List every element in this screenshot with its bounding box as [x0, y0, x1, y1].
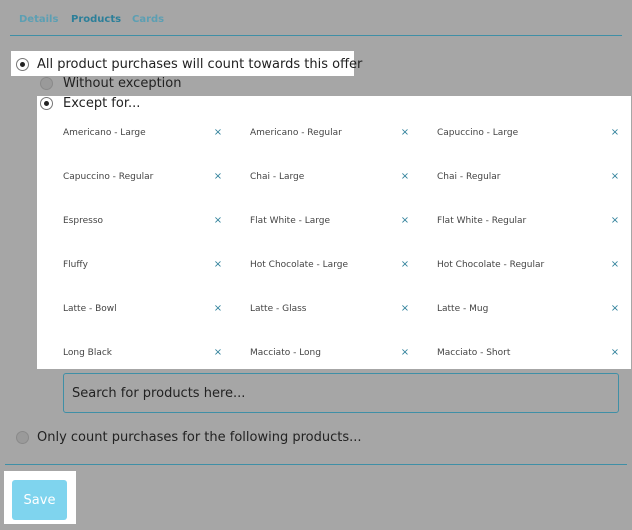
excluded-product-item: Latte - Glass × — [224, 287, 411, 331]
excluded-product-label: Latte - Glass — [250, 304, 307, 314]
excluded-product-item: Hot Chocolate - Regular × — [411, 243, 631, 287]
excluded-product-item: Flat White - Large × — [224, 199, 411, 243]
tab-products[interactable]: Products — [71, 14, 121, 25]
excluded-product-item: Chai - Large × — [224, 155, 411, 199]
remove-product-icon[interactable]: × — [399, 171, 411, 182]
excluded-product-label: Hot Chocolate - Regular — [437, 260, 545, 270]
excluded-product-label: Espresso — [63, 216, 104, 226]
excluded-product-label: Capuccino - Large — [437, 128, 519, 138]
excluded-product-label: Hot Chocolate - Large — [250, 260, 348, 270]
save-highlight: Save — [4, 471, 76, 524]
excluded-product-item: Fluffy × — [37, 243, 224, 287]
remove-product-icon[interactable]: × — [399, 259, 411, 270]
remove-product-icon[interactable]: × — [212, 303, 224, 314]
radio-only-following[interactable] — [16, 431, 29, 444]
excluded-product-item: Latte - Mug × — [411, 287, 631, 331]
divider — [5, 464, 627, 465]
remove-product-icon[interactable]: × — [212, 215, 224, 226]
excluded-product-label: Chai - Large — [250, 172, 305, 182]
excluded-product-item: Long Black × — [37, 331, 224, 375]
remove-product-icon[interactable]: × — [609, 171, 621, 182]
remove-product-icon[interactable]: × — [399, 127, 411, 138]
excluded-product-item: Chai - Regular × — [411, 155, 631, 199]
excluded-product-label: Macciato - Long — [250, 348, 321, 358]
remove-product-icon[interactable]: × — [399, 347, 411, 358]
excluded-product-item: Capuccino - Regular × — [37, 155, 224, 199]
radio-all-products[interactable] — [16, 58, 29, 71]
save-button[interactable]: Save — [12, 480, 67, 520]
excluded-product-label: Americano - Regular — [250, 128, 342, 138]
remove-product-icon[interactable]: × — [609, 303, 621, 314]
excluded-product-label: Flat White - Regular — [437, 216, 527, 226]
label-all-products: All product purchases will count towards… — [37, 57, 363, 72]
excluded-product-label: Long Black — [63, 348, 112, 358]
excluded-product-label: Macciato - Short — [437, 348, 511, 358]
excluded-product-label: Flat White - Large — [250, 216, 331, 226]
remove-product-icon[interactable]: × — [212, 347, 224, 358]
excluded-product-label: Latte - Mug — [437, 304, 489, 314]
excluded-product-item: Hot Chocolate - Large × — [224, 243, 411, 287]
tab-details[interactable]: Details — [19, 14, 58, 25]
label-except-for: Except for... — [63, 96, 141, 111]
remove-product-icon[interactable]: × — [609, 127, 621, 138]
remove-product-icon[interactable]: × — [212, 259, 224, 270]
excluded-product-label: Capuccino - Regular — [63, 172, 154, 182]
excluded-product-item: Latte - Bowl × — [37, 287, 224, 331]
label-only-following: Only count purchases for the following p… — [37, 430, 362, 445]
remove-product-icon[interactable]: × — [399, 215, 411, 226]
excluded-product-item: Americano - Large × — [37, 111, 224, 155]
radio-without-exception[interactable] — [40, 77, 53, 90]
excluded-product-label: Latte - Bowl — [63, 304, 117, 314]
remove-product-icon[interactable]: × — [609, 347, 621, 358]
excluded-product-item: Macciato - Long × — [224, 331, 411, 375]
excluded-product-label: Americano - Large — [63, 128, 146, 138]
remove-product-icon[interactable]: × — [212, 171, 224, 182]
remove-product-icon[interactable]: × — [609, 215, 621, 226]
remove-product-icon[interactable]: × — [609, 259, 621, 270]
excluded-product-label: Chai - Regular — [437, 172, 501, 182]
excluded-product-label: Fluffy — [63, 260, 88, 270]
remove-product-icon[interactable]: × — [399, 303, 411, 314]
label-without-exception: Without exception — [63, 76, 182, 91]
radio-except-for[interactable] — [40, 97, 53, 110]
tab-bar: Details Products Cards — [10, 0, 622, 36]
tab-cards[interactable]: Cards — [132, 14, 164, 25]
excluded-product-item: Espresso × — [37, 199, 224, 243]
excluded-product-item: Americano - Regular × — [224, 111, 411, 155]
excluded-product-item: Macciato - Short × — [411, 331, 631, 375]
remove-product-icon[interactable]: × — [212, 127, 224, 138]
product-search-input[interactable] — [63, 373, 619, 413]
excluded-product-item: Flat White - Regular × — [411, 199, 631, 243]
excluded-product-item: Capuccino - Large × — [411, 111, 631, 155]
excluded-products-grid: Americano - Large × Americano - Regular × Ca… — [37, 111, 631, 375]
